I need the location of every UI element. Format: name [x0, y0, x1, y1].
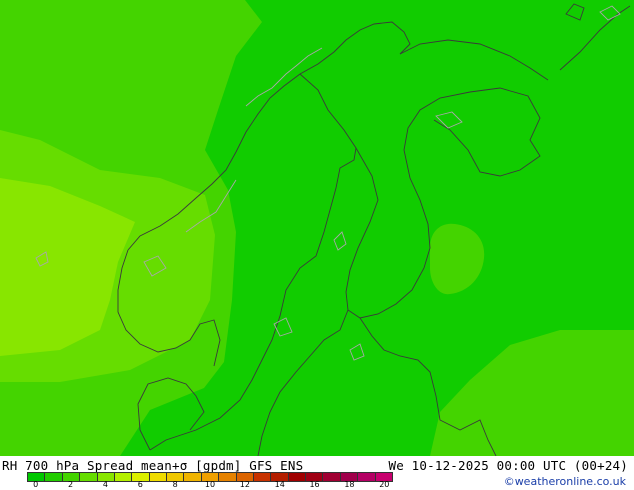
color-scale-cell — [253, 473, 272, 481]
color-scale-cell — [114, 473, 133, 481]
color-scale-tick-label: 6 — [137, 480, 143, 489]
color-scale-tick-label: 8 — [172, 480, 178, 489]
weather-map — [0, 0, 634, 456]
color-scale-tick-label: 16 — [309, 480, 320, 489]
color-scale-cell — [45, 473, 63, 481]
color-scale-tick-label: 14 — [274, 480, 285, 489]
color-scale-cell — [323, 473, 341, 481]
color-scale-cell — [149, 473, 167, 481]
color-scale-tick-label: 20 — [379, 480, 390, 489]
color-scale-tick-label: 4 — [102, 480, 108, 489]
color-scale-cell — [358, 473, 376, 481]
color-scale-tick-label: 0 — [33, 480, 39, 489]
color-scale-cell — [80, 473, 98, 481]
map-title: RH 700 hPa Spread mean+σ [gpdm] GFS ENS — [2, 458, 304, 473]
valid-time: We 10-12-2025 00:00 UTC (00+24) — [388, 458, 628, 473]
color-scale-cell — [184, 473, 202, 481]
color-scale-cell — [219, 473, 237, 481]
map-canvas — [0, 0, 634, 456]
credit-link[interactable]: ©weatheronline.co.uk — [504, 475, 626, 488]
color-scale-ticks: 0 2 4 6 8 10 12 14 16 18 20 — [27, 480, 393, 490]
color-scale-tick-label: 2 — [68, 480, 74, 489]
color-scale-tick-label: 18 — [344, 480, 355, 489]
color-scale-cell — [288, 473, 306, 481]
color-scale-tick-label: 10 — [204, 480, 216, 489]
color-scale-tick-label: 12 — [239, 480, 250, 489]
